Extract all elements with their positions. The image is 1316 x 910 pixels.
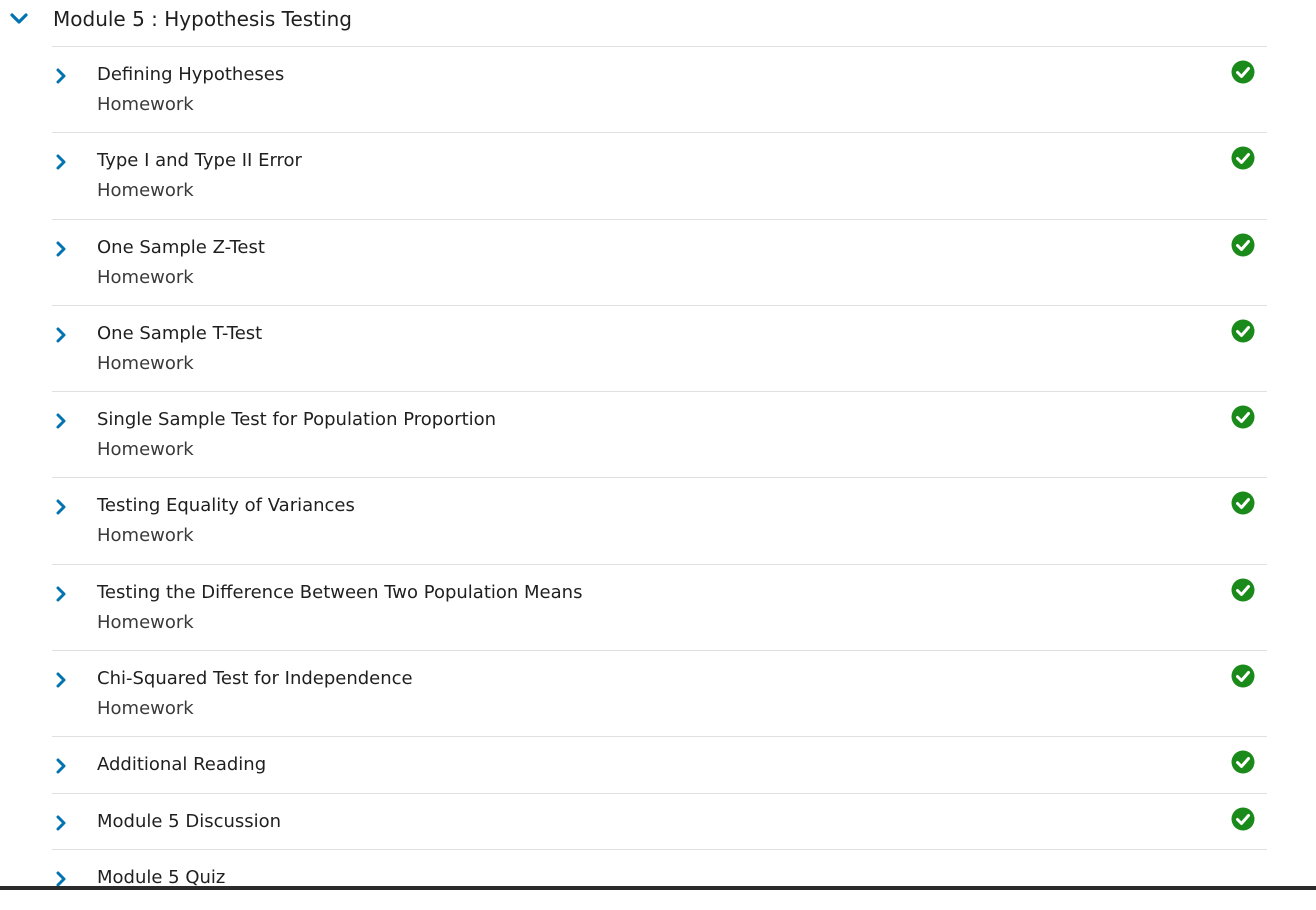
chevron-right-icon[interactable]	[55, 240, 67, 258]
check-circle-icon	[1231, 146, 1255, 170]
item-subtitle: Homework	[97, 94, 194, 115]
module-item[interactable]: Defining Hypotheses Homework	[52, 47, 1267, 134]
module-item[interactable]: Testing Equality of Variances Homework	[52, 478, 1267, 565]
chevron-right-icon[interactable]	[55, 585, 67, 603]
item-subtitle: Homework	[97, 266, 194, 288]
window-bottom-edge	[0, 886, 1316, 890]
item-title[interactable]: Module 5 Discussion	[97, 810, 281, 834]
item-title[interactable]: One Sample T-Test	[97, 322, 262, 346]
check-circle-icon	[1231, 60, 1255, 84]
chevron-right-icon[interactable]	[55, 814, 67, 832]
module-item[interactable]: Type I and Type II Error Homework	[52, 133, 1267, 220]
item-title[interactable]: Defining Hypotheses	[97, 63, 284, 87]
item-title[interactable]: Testing Equality of Variances	[97, 494, 355, 518]
module-title: Module 5 : Hypothesis Testing	[53, 7, 352, 31]
item-subtitle: Homework	[97, 439, 194, 461]
check-circle-icon	[1231, 405, 1255, 429]
module-item[interactable]: Module 5 Discussion	[52, 794, 1267, 851]
item-subtitle: Homework	[97, 525, 194, 547]
item-title[interactable]: Chi-Squared Test for Independence	[97, 667, 413, 691]
module-header[interactable]: Module 5 : Hypothesis Testing	[0, 0, 1316, 40]
module-item[interactable]: Testing the Difference Between Two Popul…	[52, 565, 1267, 652]
chevron-right-icon[interactable]	[55, 67, 67, 85]
module-item[interactable]: Single Sample Test for Population Propor…	[52, 392, 1267, 479]
item-title[interactable]: Single Sample Test for Population Propor…	[97, 408, 496, 432]
chevron-right-icon[interactable]	[55, 498, 67, 516]
module-item[interactable]: One Sample T-Test Homework	[52, 306, 1267, 393]
check-circle-icon	[1231, 578, 1255, 602]
item-subtitle: Homework	[97, 698, 194, 720]
item-title[interactable]: Additional Reading	[97, 753, 266, 777]
check-circle-icon	[1231, 807, 1255, 831]
item-title[interactable]: Type I and Type II Error	[97, 149, 302, 173]
module-item[interactable]: Chi-Squared Test for Independence Homewo…	[52, 651, 1267, 738]
item-subtitle: Homework	[97, 611, 194, 633]
item-subtitle: Homework	[97, 352, 194, 374]
check-circle-icon	[1231, 233, 1255, 257]
chevron-right-icon[interactable]	[55, 757, 67, 775]
module-item[interactable]: One Sample Z-Test Homework	[52, 220, 1267, 306]
module-item[interactable]: Additional Reading	[52, 737, 1267, 794]
chevron-right-icon[interactable]	[55, 326, 67, 344]
item-title[interactable]: Testing the Difference Between Two Popul…	[97, 581, 582, 605]
module-items-list: Defining Hypotheses Homework Type I and …	[52, 47, 1267, 910]
check-circle-icon	[1231, 491, 1255, 515]
chevron-right-icon[interactable]	[55, 153, 67, 171]
module-item[interactable]: Module 5 Quiz	[52, 850, 1267, 910]
item-title[interactable]: One Sample Z-Test	[97, 236, 265, 260]
item-subtitle: Homework	[97, 180, 194, 202]
chevron-right-icon[interactable]	[55, 412, 67, 430]
chevron-down-icon[interactable]	[10, 12, 28, 26]
check-circle-icon	[1231, 664, 1255, 688]
chevron-right-icon[interactable]	[55, 671, 67, 689]
check-circle-icon	[1231, 319, 1255, 343]
check-circle-icon	[1231, 750, 1255, 774]
